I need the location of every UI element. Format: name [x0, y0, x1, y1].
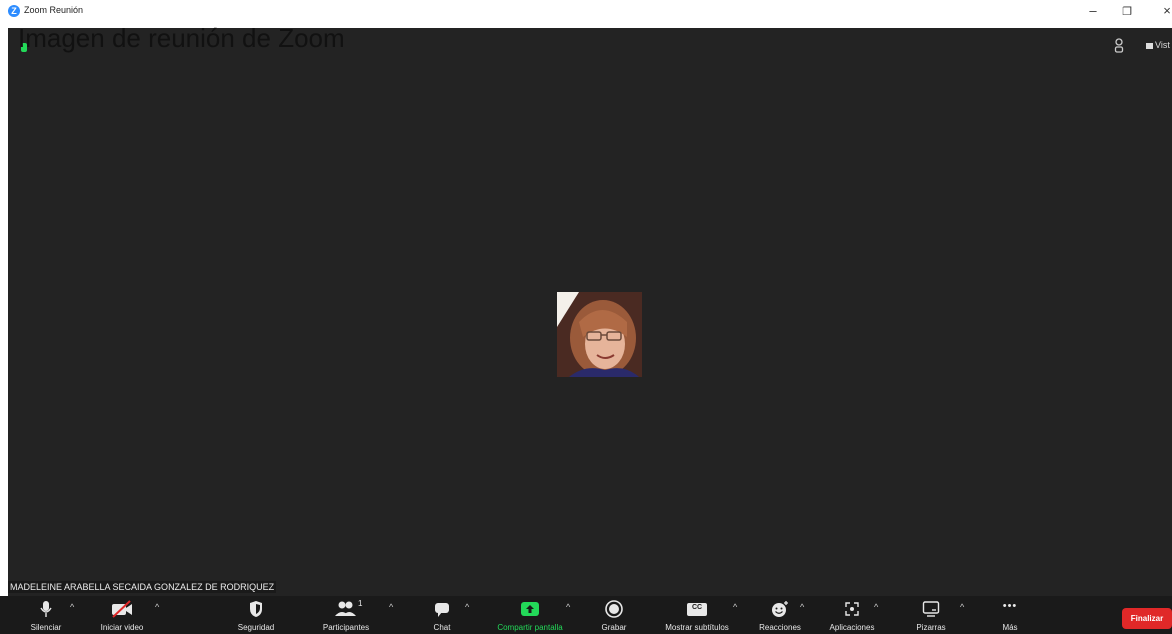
apps-icon: [845, 602, 859, 616]
participants-options-caret[interactable]: ^: [389, 602, 393, 612]
participant-avatar: [557, 292, 642, 377]
view-label: Vist: [1155, 40, 1170, 50]
participants-count: 1: [358, 599, 363, 608]
reactions-label: Reacciones: [759, 623, 801, 632]
participants-button[interactable]: 1 Participantes: [312, 596, 380, 634]
view-button[interactable]: Vist: [1146, 40, 1170, 50]
chat-options-caret[interactable]: ^: [465, 602, 469, 612]
zoom-app-icon: Z: [8, 5, 20, 17]
video-options-caret[interactable]: ^: [155, 602, 159, 612]
record-icon: [605, 600, 623, 618]
participant-name-tag: MADELEINE ARABELLA SECAIDA GONZALEZ DE R…: [8, 581, 277, 593]
start-video-button[interactable]: Iniciar video: [92, 596, 152, 634]
security-label: Seguridad: [237, 623, 275, 632]
chat-button[interactable]: Chat: [424, 596, 460, 634]
security-button[interactable]: Seguridad: [226, 596, 286, 634]
meeting-toolbar: Silenciar ^ Iniciar video ^ Seguridad 1 …: [0, 596, 1172, 634]
mute-options-caret[interactable]: ^: [70, 602, 74, 612]
chat-label: Chat: [433, 623, 451, 632]
mute-button[interactable]: Silenciar: [20, 596, 72, 634]
meeting-video-area: Vist MADELEINE ARABELLA SECAIDA GONZALEZ…: [8, 28, 1172, 596]
close-button[interactable]: ×: [1157, 3, 1172, 18]
chat-icon: [435, 603, 449, 617]
person-badge-icon: [1114, 38, 1124, 53]
apps-options-caret[interactable]: ^: [874, 602, 878, 612]
more-button[interactable]: ••• Más: [992, 596, 1028, 634]
share-screen-icon: [521, 602, 539, 616]
window-title: Zoom Reunión: [24, 5, 84, 15]
more-dots-icon: •••: [1002, 600, 1018, 612]
record-label: Grabar: [601, 623, 627, 632]
reactions-options-caret[interactable]: ^: [800, 602, 804, 612]
participant-photo: [557, 292, 642, 377]
participants-label: Participantes: [322, 623, 370, 632]
share-screen-label: Compartir pantalla: [497, 623, 563, 632]
captions-button[interactable]: CC Mostrar subtítulos: [652, 596, 742, 634]
mute-label: Silenciar: [30, 623, 62, 632]
record-button[interactable]: Grabar: [594, 596, 634, 634]
microphone-icon: [40, 601, 52, 617]
share-options-caret[interactable]: ^: [566, 602, 570, 612]
minimize-button[interactable]: –: [1083, 3, 1103, 18]
restore-button[interactable]: ❐: [1117, 5, 1137, 18]
whiteboards-label: Pizarras: [916, 623, 946, 632]
start-video-label: Iniciar video: [100, 623, 144, 632]
captions-options-caret[interactable]: ^: [733, 602, 737, 612]
end-meeting-button[interactable]: Finalizar: [1122, 608, 1172, 629]
reactions-smile-icon: [772, 601, 788, 617]
participants-icon: [335, 601, 356, 616]
share-screen-button[interactable]: Compartir pantalla: [484, 596, 576, 634]
captions-icon-text: CC: [691, 604, 703, 611]
more-label: Más: [1002, 623, 1018, 632]
grid-view-icon: [1146, 42, 1153, 49]
security-shield-icon[interactable]: [1114, 38, 1128, 54]
whiteboard-icon: [922, 601, 940, 617]
video-off-icon: [112, 600, 132, 618]
whiteboards-options-caret[interactable]: ^: [960, 602, 964, 612]
apps-label: Aplicaciones: [829, 623, 875, 632]
captions-label: Mostrar subtítulos: [665, 623, 729, 632]
shield-icon: [250, 601, 262, 617]
overlay-caption: Imagen de reunión de Zoom: [18, 23, 345, 53]
whiteboards-button[interactable]: Pizarras: [906, 596, 956, 634]
